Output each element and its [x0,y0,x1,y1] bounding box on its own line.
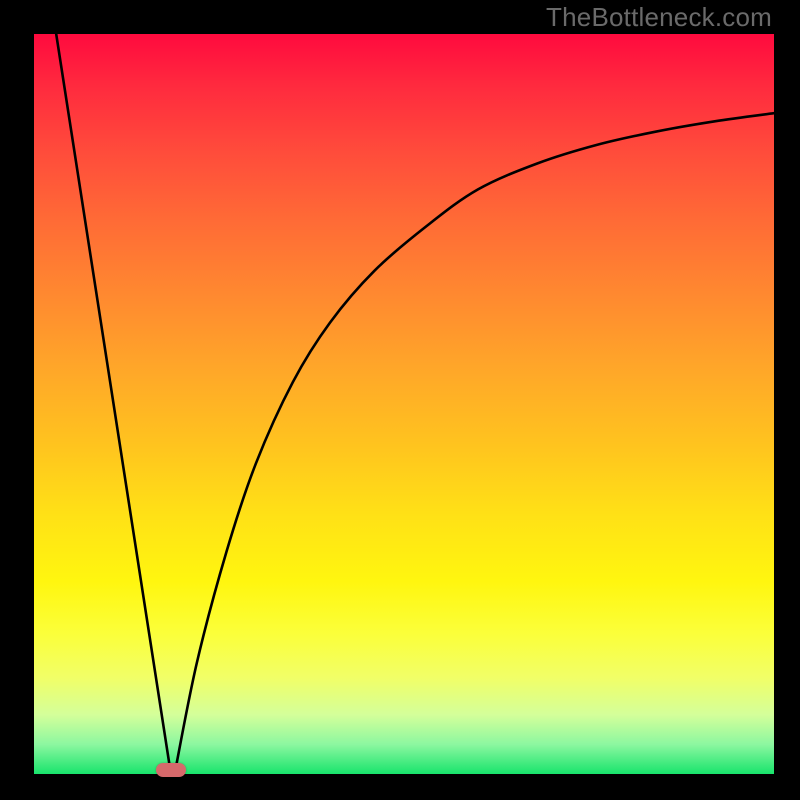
bottleneck-point-marker [156,763,186,777]
curve-path [56,34,774,774]
plot-area [34,34,774,774]
curve-layer [34,34,774,774]
watermark-text: TheBottleneck.com [546,2,772,33]
chart-frame: TheBottleneck.com [0,0,800,800]
